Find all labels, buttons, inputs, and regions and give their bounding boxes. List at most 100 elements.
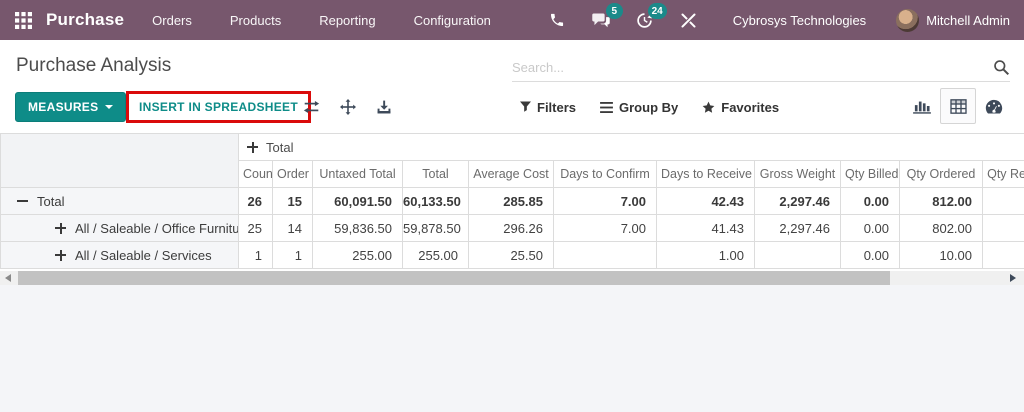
collapse-row-icon[interactable] — [17, 196, 28, 207]
table-row: All / Saleable / Services 1 1 255.00 255… — [0, 241, 1024, 269]
col-header-gross-weight[interactable]: Gross Weight — [754, 160, 841, 188]
pivot-table-container: Total Count Order Untaxed Total Total Av… — [0, 133, 1024, 269]
col-header-qty-ordered[interactable]: Qty Ordered — [899, 160, 983, 188]
scrollbar-thumb[interactable] — [18, 271, 890, 285]
col-header-order[interactable]: Order — [272, 160, 313, 188]
cell[interactable]: 812.00 — [899, 187, 983, 215]
cell[interactable]: 14 — [272, 214, 313, 242]
row-label-text: All / Saleable / Services — [75, 247, 212, 263]
activities-icon[interactable]: 24 — [635, 3, 667, 30]
graph-view-button[interactable] — [904, 88, 940, 124]
search-input[interactable] — [512, 59, 993, 75]
pivot-view-button[interactable] — [940, 88, 976, 124]
navbar-right: 5 24 Cybrosys Technologies Mitchell Admi… — [547, 3, 1024, 32]
cell[interactable]: 42.43 — [656, 187, 755, 215]
expand-row-icon[interactable] — [55, 222, 66, 234]
page-title: Purchase Analysis — [16, 55, 172, 76]
col-header-average-cost[interactable]: Average Cost — [468, 160, 554, 188]
col-header-count[interactable]: Count — [238, 160, 273, 188]
flip-axis-icon[interactable] — [303, 99, 320, 116]
cell[interactable] — [553, 241, 657, 269]
user-menu[interactable]: Mitchell Admin — [896, 8, 1010, 32]
horizontal-scrollbar[interactable] — [0, 271, 1024, 285]
tools-icon[interactable] — [679, 10, 699, 30]
measures-button[interactable]: MEASURES — [15, 92, 127, 122]
cell[interactable]: 0.00 — [840, 214, 900, 242]
row-label-services[interactable]: All / Saleable / Services — [0, 241, 239, 269]
cell[interactable]: 60,091.50 — [312, 187, 403, 215]
expand-column-icon[interactable] — [247, 141, 258, 153]
cell[interactable] — [981, 187, 1024, 215]
row-label-total[interactable]: Total — [0, 187, 239, 215]
expand-all-icon[interactable] — [339, 99, 356, 116]
cell[interactable]: 1 — [272, 241, 313, 269]
cell[interactable]: 2,297.46 — [754, 214, 841, 242]
menu-products[interactable]: Products — [230, 13, 281, 28]
dashboard-view-button[interactable] — [976, 88, 1012, 124]
row-label-text: Total — [37, 193, 65, 209]
cell[interactable]: 802.00 — [899, 214, 983, 242]
pivot-table: Total Count Order Untaxed Total Total Av… — [0, 133, 1024, 269]
cell[interactable]: 15 — [272, 187, 313, 215]
cell[interactable]: 2,297.46 — [754, 187, 841, 215]
cell[interactable]: 59,878.50 — [402, 214, 469, 242]
chevron-down-icon — [105, 105, 114, 109]
cell[interactable] — [981, 214, 1024, 242]
download-icon[interactable] — [375, 99, 392, 116]
menu-configuration[interactable]: Configuration — [414, 13, 491, 28]
scroll-left-icon[interactable] — [5, 274, 11, 282]
col-header-days-to-receive[interactable]: Days to Receive — [656, 160, 755, 188]
cell[interactable]: 25 — [238, 214, 273, 242]
group-by-icon — [600, 101, 613, 113]
expand-row-icon[interactable] — [55, 249, 66, 261]
search-icon[interactable] — [993, 59, 1010, 76]
row-label-text: All / Saleable / Office Furniture — [75, 220, 239, 236]
menu-orders[interactable]: Orders — [152, 13, 192, 28]
cell[interactable]: 41.43 — [656, 214, 755, 242]
menu-reporting[interactable]: Reporting — [319, 13, 375, 28]
col-header-qty-billed[interactable]: Qty Billed — [840, 160, 900, 188]
company-name[interactable]: Cybrosys Technologies — [733, 13, 866, 28]
star-icon — [702, 101, 715, 113]
cell[interactable] — [981, 241, 1024, 269]
cell[interactable]: 0.00 — [840, 187, 900, 215]
table-row: All / Saleable / Office Furniture 25 14 … — [0, 214, 1024, 242]
cell[interactable]: 255.00 — [312, 241, 403, 269]
group-by-label: Group By — [619, 99, 679, 115]
apps-menu-icon[interactable] — [0, 11, 46, 29]
cell[interactable]: 10.00 — [899, 241, 983, 269]
cell[interactable]: 255.00 — [402, 241, 469, 269]
cell[interactable]: 60,133.50 — [402, 187, 469, 215]
avatar — [896, 8, 920, 32]
cell[interactable]: 285.85 — [468, 187, 554, 215]
cell[interactable]: 7.00 — [553, 187, 657, 215]
scroll-right-icon[interactable] — [1010, 274, 1016, 282]
cell[interactable]: 1 — [238, 241, 273, 269]
group-by-button[interactable]: Group By — [600, 100, 678, 115]
top-navbar: Purchase Orders Products Reporting Confi… — [0, 0, 1024, 40]
group-header-label: Total — [266, 139, 294, 155]
column-group-total[interactable]: Total — [237, 133, 1024, 161]
col-header-untaxed-total[interactable]: Untaxed Total — [312, 160, 403, 188]
filters-button[interactable]: Filters — [520, 100, 576, 115]
row-label-office-furniture[interactable]: All / Saleable / Office Furniture — [0, 214, 239, 242]
col-header-total[interactable]: Total — [402, 160, 469, 188]
phone-icon[interactable] — [547, 10, 567, 30]
cell[interactable]: 0.00 — [840, 241, 900, 269]
app-name[interactable]: Purchase — [46, 10, 124, 30]
col-header-days-to-confirm[interactable]: Days to Confirm — [553, 160, 657, 188]
control-bar: MEASURES INSERT IN SPREADSHEET Filters G… — [0, 88, 1024, 124]
cell[interactable] — [754, 241, 841, 269]
cell[interactable]: 59,836.50 — [312, 214, 403, 242]
cell[interactable]: 7.00 — [553, 214, 657, 242]
favorites-button[interactable]: Favorites — [702, 100, 779, 115]
corner-cell — [0, 133, 239, 188]
group-header-row: Total — [0, 133, 1024, 188]
cell[interactable]: 1.00 — [656, 241, 755, 269]
cell[interactable]: 25.50 — [468, 241, 554, 269]
cell[interactable]: 296.26 — [468, 214, 554, 242]
col-header-qty-received[interactable]: Qty Re — [981, 160, 1024, 188]
cell[interactable]: 26 — [238, 187, 273, 215]
messages-icon[interactable]: 5 — [591, 3, 623, 30]
insert-in-spreadsheet-button[interactable]: INSERT IN SPREADSHEET — [129, 94, 308, 120]
